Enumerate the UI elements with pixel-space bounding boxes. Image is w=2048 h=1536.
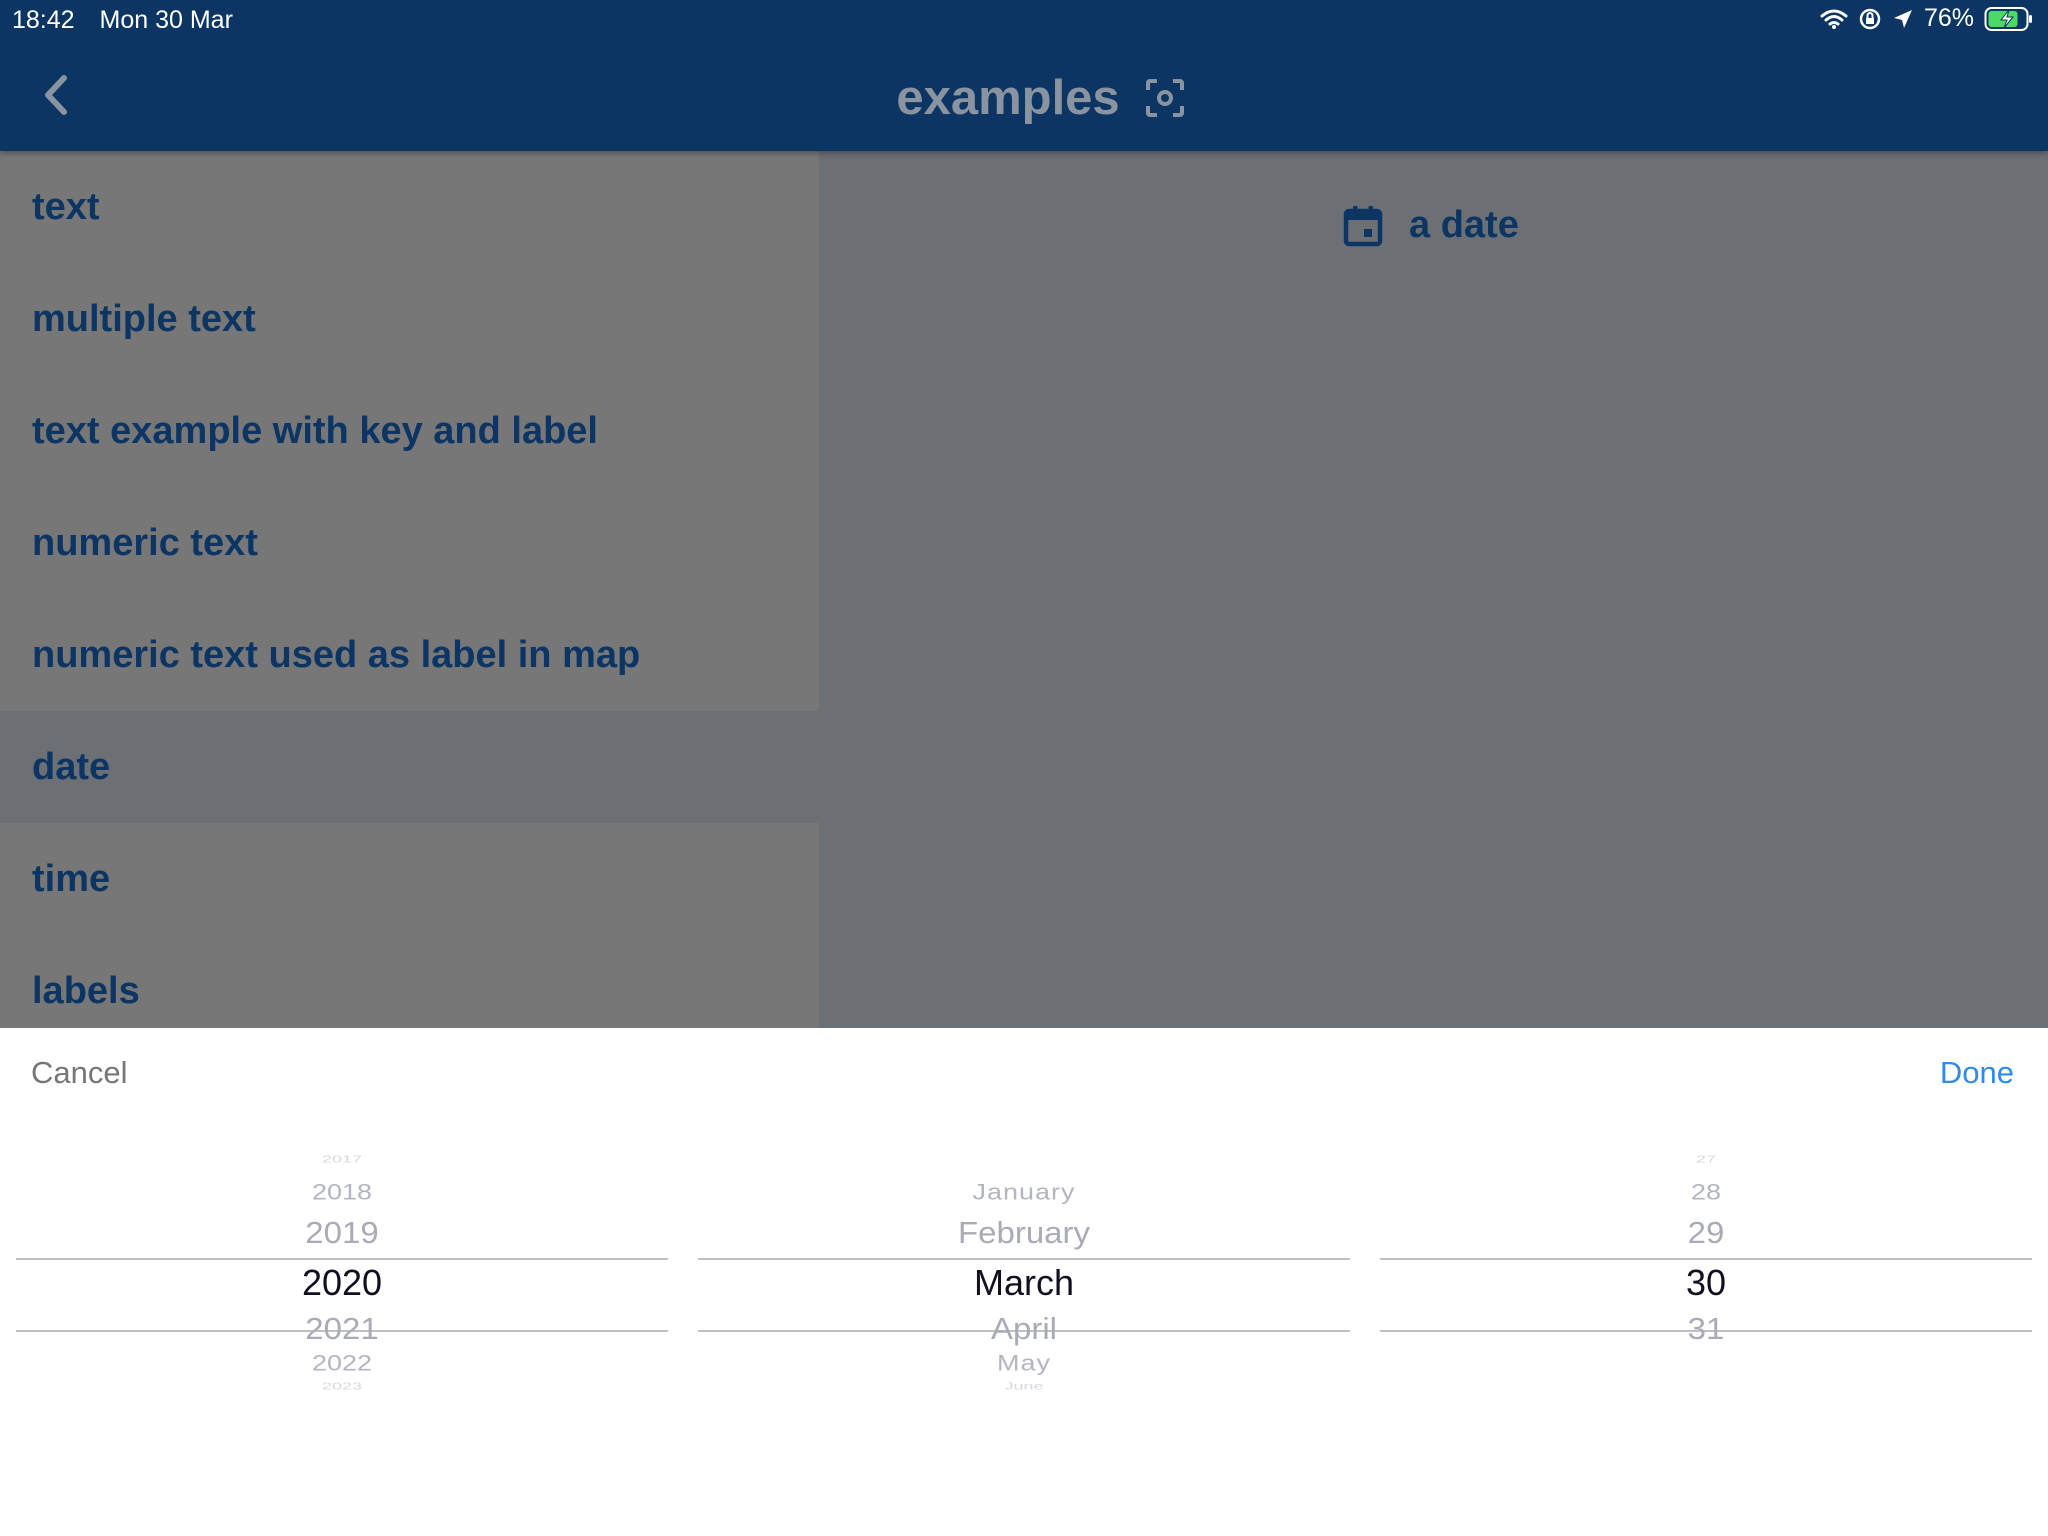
date-picker-sheet: Cancel Done 2017 2018 2019 2020 2021 202… [0, 1028, 2048, 1536]
sidebar-item-date[interactable]: date [0, 711, 819, 823]
screen-lock-icon [1859, 8, 1881, 29]
year-option[interactable]: 2021 [16, 1311, 668, 1346]
day-option[interactable]: 29 [1380, 1215, 2032, 1250]
sidebar-item-label: text [32, 185, 100, 228]
sidebar-item-label: labels [32, 969, 140, 1012]
status-time: 18:42 [12, 6, 75, 34]
day-option[interactable]: 27 [1380, 1154, 2032, 1166]
battery-percentage: 76% [1923, 4, 1974, 32]
sidebar-item-label: time [32, 857, 111, 900]
wifi-icon [1820, 9, 1848, 29]
month-option[interactable]: June [698, 1381, 1350, 1393]
month-option[interactable]: January [698, 1180, 1350, 1205]
selection-line-top [698, 1258, 1350, 1260]
detail-pane [819, 151, 2048, 1028]
day-option-selected[interactable]: 30 [1380, 1262, 2032, 1304]
battery-charging-icon [1984, 6, 2032, 31]
year-option[interactable]: 2022 [16, 1351, 668, 1376]
sidebar-item-text[interactable]: text [0, 151, 819, 263]
focus-scan-icon[interactable] [1145, 79, 1184, 117]
year-option-selected[interactable]: 2020 [16, 1262, 668, 1304]
month-option[interactable]: May [698, 1351, 1350, 1376]
sidebar-item-multiple-text[interactable]: multiple text [0, 263, 819, 375]
selection-line-top [16, 1258, 668, 1260]
day-option[interactable]: 28 [1380, 1180, 2032, 1205]
status-bar-left: 18:42 Mon 30 Mar [12, 6, 251, 35]
year-option[interactable]: 2023 [16, 1381, 668, 1393]
done-button[interactable]: Done [1940, 1055, 2014, 1091]
sidebar-item-numeric-text-map[interactable]: numeric text used as label in map [0, 599, 819, 711]
calendar-icon [1343, 205, 1383, 246]
month-option[interactable]: April [698, 1311, 1350, 1346]
sidebar-item-label: numeric text used as label in map [32, 633, 641, 676]
status-date: Mon 30 Mar [99, 6, 233, 34]
sidebar-item-numeric-text[interactable]: numeric text [0, 487, 819, 599]
sidebar-item-label: date [32, 745, 111, 788]
year-option[interactable]: 2017 [16, 1154, 668, 1166]
selection-line-top [1380, 1258, 2032, 1260]
day-wheel[interactable]: 27 28 29 30 31 [1380, 1154, 2032, 1458]
sidebar-item-label: text example with key and label [32, 409, 598, 452]
month-wheel[interactable]: January February March April May June [698, 1158, 1350, 1458]
year-option[interactable]: 2019 [16, 1215, 668, 1250]
date-field-label: a date [1409, 204, 1519, 246]
sidebar-item-label: multiple text [32, 297, 256, 340]
page-title-container: examples [0, 70, 2048, 126]
year-option[interactable]: 2018 [16, 1180, 668, 1205]
month-option-selected[interactable]: March [698, 1262, 1350, 1304]
sidebar-item-text-key-label[interactable]: text example with key and label [0, 375, 819, 487]
location-arrow-icon [1893, 9, 1912, 28]
sidebar: text multiple text text example with key… [0, 151, 819, 1028]
month-option[interactable]: February [698, 1215, 1350, 1250]
sidebar-item-label: numeric text [32, 521, 258, 564]
navigation-bar: 18:42 Mon 30 Mar 76% examples [0, 0, 2048, 151]
sidebar-item-time[interactable]: time [0, 823, 819, 935]
page-title: examples [896, 71, 1120, 125]
date-field[interactable]: a date [1343, 204, 1519, 247]
sidebar-item-labels[interactable]: labels [0, 935, 819, 1028]
year-wheel[interactable]: 2017 2018 2019 2020 2021 2022 2023 [16, 1154, 668, 1458]
cancel-button[interactable]: Cancel [31, 1055, 128, 1091]
day-option[interactable]: 31 [1380, 1311, 2032, 1346]
status-bar-right: 76% [1820, 4, 2034, 33]
